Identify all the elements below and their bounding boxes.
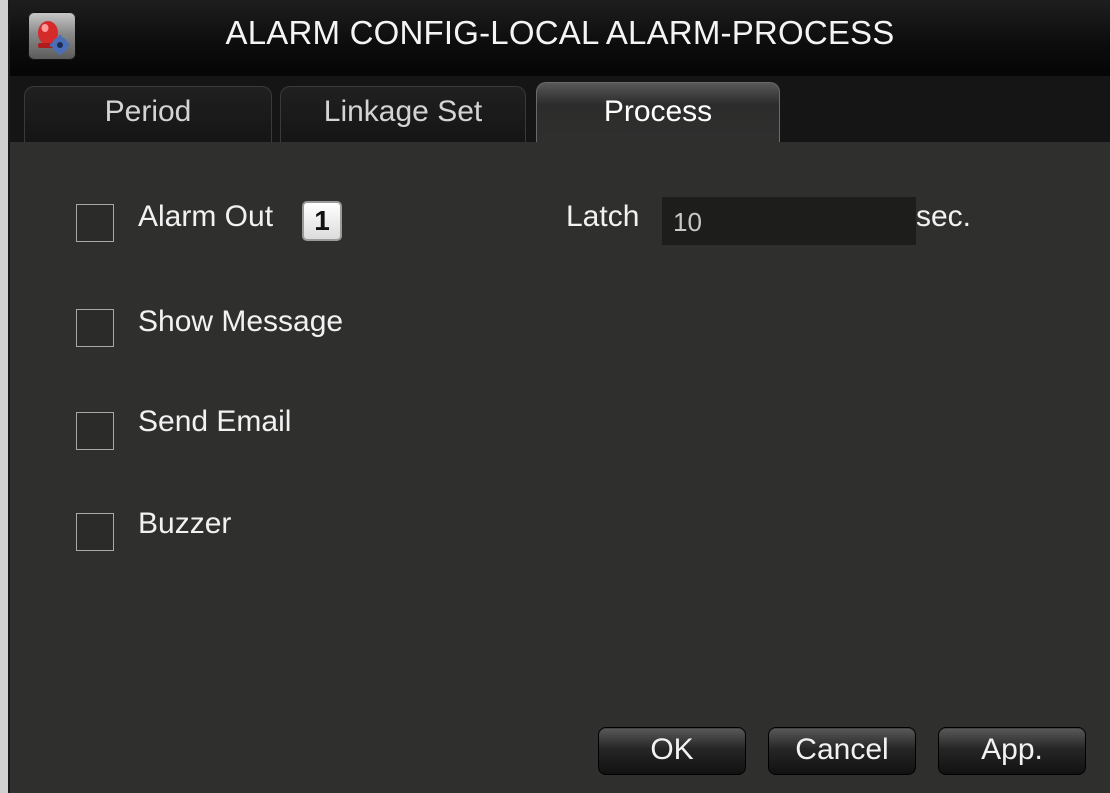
ok-button[interactable]: OK (598, 727, 746, 775)
show-message-checkbox[interactable] (76, 309, 114, 347)
title-bar: ALARM CONFIG-LOCAL ALARM-PROCESS (10, 0, 1110, 77)
latch-unit-label: sec. (916, 200, 972, 233)
process-panel: Alarm Out 1 Latch 10 sec. Show Message S… (10, 142, 1110, 793)
latch-input[interactable]: 10 (662, 197, 916, 245)
apply-button[interactable]: App. (938, 727, 1086, 775)
cancel-button[interactable]: Cancel (768, 727, 916, 775)
alarm-out-checkbox[interactable] (76, 204, 114, 242)
buzzer-checkbox[interactable] (76, 513, 114, 551)
alarm-config-window: ALARM CONFIG-LOCAL ALARM-PROCESS Period … (8, 0, 1110, 793)
latch-label: Latch (566, 200, 640, 233)
tab-process[interactable]: Process (536, 82, 780, 144)
show-message-label: Show Message (138, 305, 344, 338)
send-email-checkbox[interactable] (76, 412, 114, 450)
tab-bar: Period Linkage Set Process (10, 76, 1110, 144)
send-email-label: Send Email (138, 405, 292, 438)
window-title: ALARM CONFIG-LOCAL ALARM-PROCESS (225, 14, 895, 51)
tab-linkage-set[interactable]: Linkage Set (280, 86, 526, 142)
alarm-out-label: Alarm Out (138, 200, 274, 233)
alarm-out-channel-button[interactable]: 1 (302, 201, 342, 241)
buzzer-label: Buzzer (138, 507, 232, 540)
tab-period[interactable]: Period (24, 86, 272, 142)
